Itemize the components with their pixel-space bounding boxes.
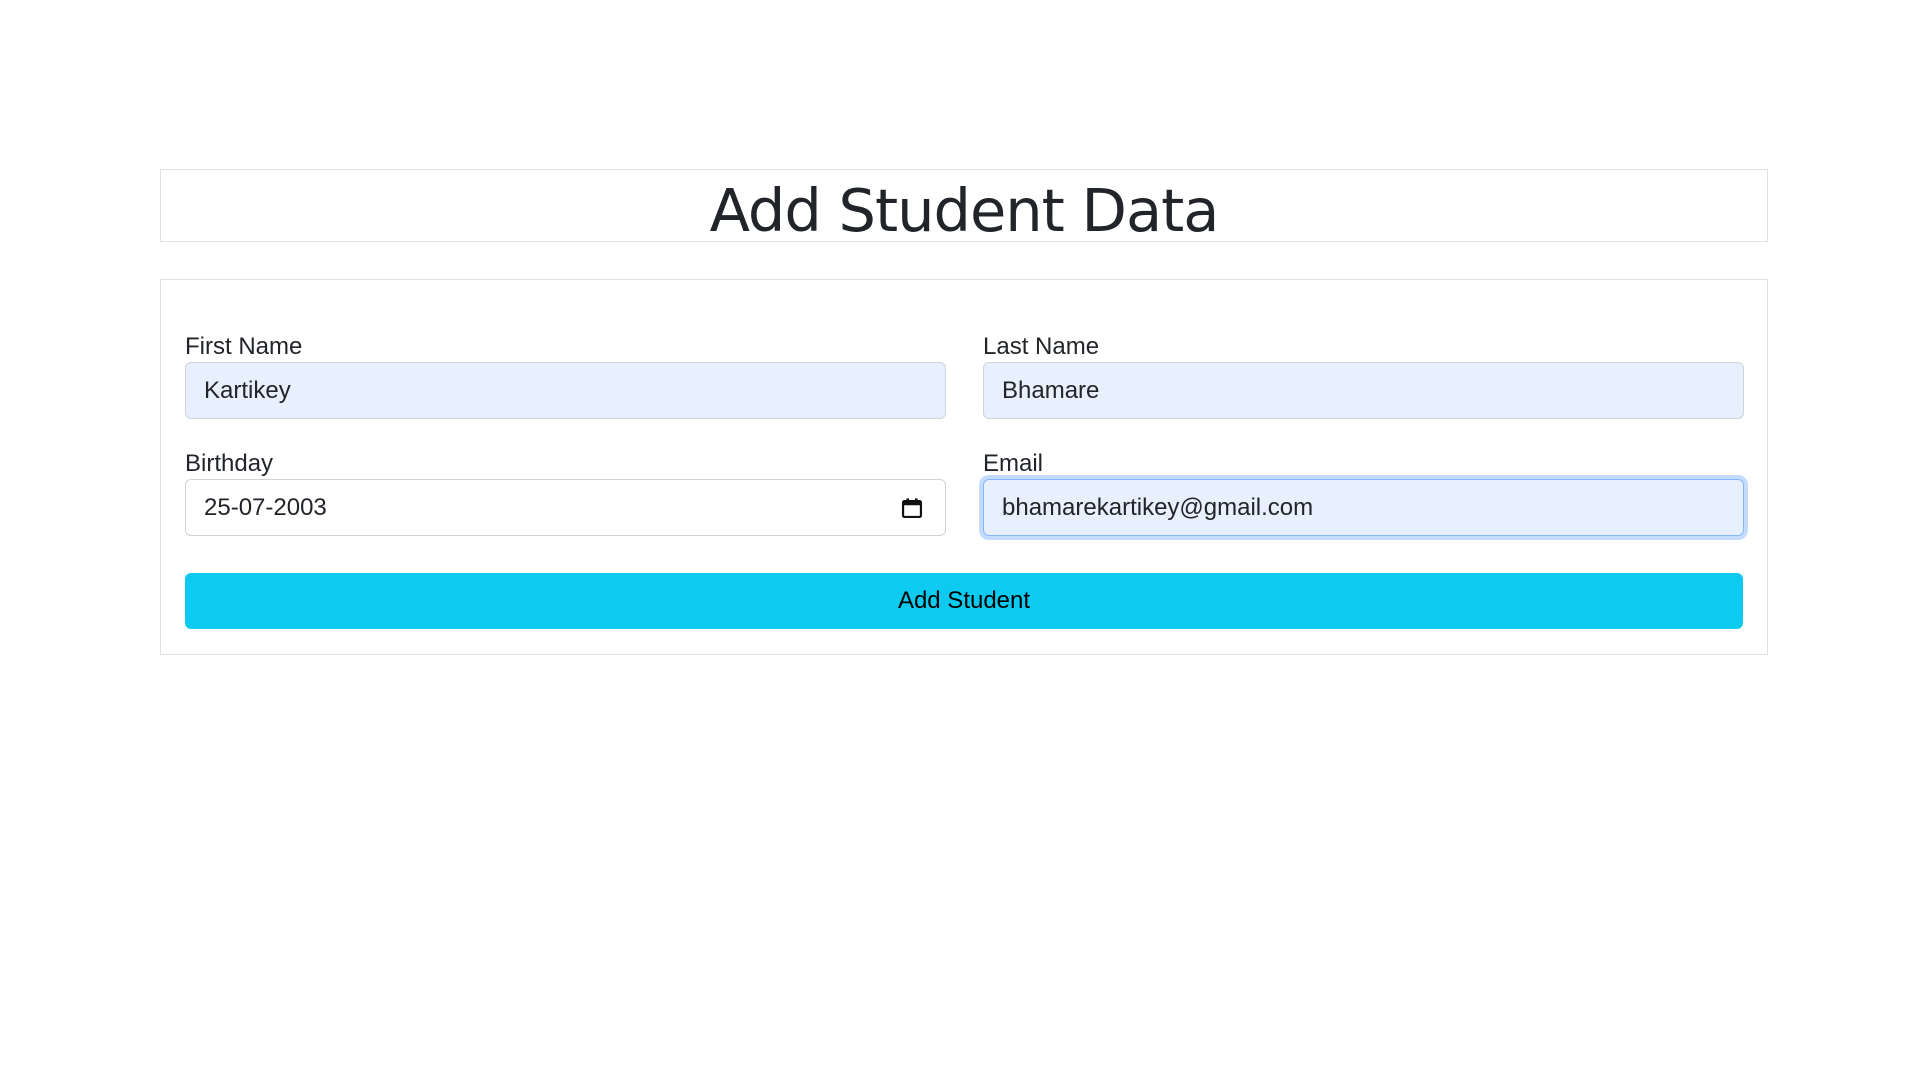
first-name-value: Kartikey [204,376,291,404]
email-input[interactable]: bhamarekartikey@gmail.com [983,479,1744,536]
last-name-group: Last Name Bhamare [983,333,1744,419]
calendar-icon[interactable] [901,497,923,519]
student-form: First Name Kartikey Last Name Bhamare Bi… [160,279,1768,655]
last-name-value: Bhamare [1002,376,1100,404]
birthday-input[interactable]: 25-07-2003 [185,479,946,536]
birthday-group: Birthday 25-07-2003 [185,450,946,536]
email-group: Email bhamarekartikey@gmail.com [983,450,1744,536]
email-label: Email [983,450,1044,477]
last-name-label: Last Name [983,333,1100,360]
first-name-label: First Name [185,333,303,360]
email-value: bhamarekartikey@gmail.com [1002,493,1314,521]
first-name-input[interactable]: Kartikey [185,362,946,419]
birthday-label: Birthday [185,450,274,477]
birthday-value: 25-07-2003 [204,493,327,521]
add-student-button[interactable]: Add Student [185,573,1743,629]
page-title: Add Student Data [709,176,1220,242]
title-card: Add Student Data [160,169,1768,242]
first-name-group: First Name Kartikey [185,333,946,419]
last-name-input[interactable]: Bhamare [983,362,1744,419]
